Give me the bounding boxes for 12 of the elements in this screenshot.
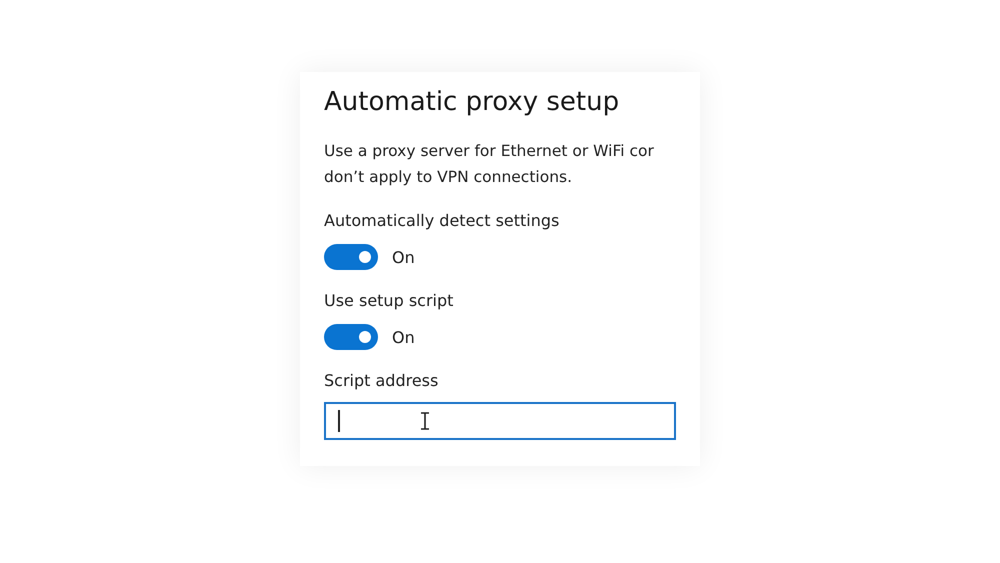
setting-label: Use setup script [324,290,454,312]
text-cursor-icon [420,412,430,430]
description-text: Use a proxy server for Ethernet or WiFi cor don’t apply to VPN connections. [324,141,655,188]
field-label: Script address [324,370,438,392]
toggle-switch[interactable] [324,244,378,270]
text-caret [338,410,340,432]
toggle-state: On [392,248,415,266]
setting-label: Automatically detect settings [324,210,560,232]
page-title: Automatic proxy setup [324,86,620,118]
toggle-switch[interactable] [324,324,378,350]
script-address-field[interactable] [324,402,676,440]
toggle-state: On [392,328,415,346]
